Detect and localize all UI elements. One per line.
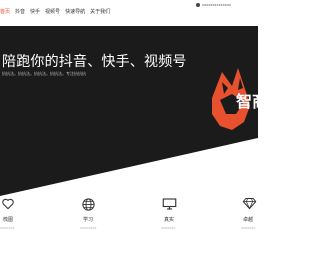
- feature-desc: XXXXXXX: [0, 226, 15, 230]
- nav-item-quick-nav[interactable]: 快速导航: [65, 10, 85, 15]
- hero-logo-text: 智商: [236, 92, 258, 111]
- feature-title: 卓越: [243, 217, 254, 223]
- nav-item-about[interactable]: 关于我们: [90, 10, 110, 15]
- feature-title: 学习: [83, 217, 94, 223]
- top-contact-text: xxxxxxxxxxxxxx: [202, 3, 231, 7]
- nav-item-douyin[interactable]: 抖音: [15, 10, 25, 15]
- feature-title: 真实: [164, 217, 175, 223]
- globe-icon: [82, 198, 95, 211]
- feature-desc: XXXXXXXX: [80, 226, 97, 230]
- diamond-icon: [242, 198, 257, 210]
- feature-desc: XXXXXXX: [161, 226, 176, 230]
- top-contact: xxxxxxxxxxxxxx: [196, 3, 231, 7]
- nav-item-video[interactable]: 视频号: [45, 10, 60, 15]
- feature-desc: XXXXXXX: [241, 226, 256, 230]
- monitor-icon: [162, 198, 177, 210]
- top-navigation-bar: 首页 抖音 快手 视频号 快速导航 关于我们 xxxxxxxxxxxxxx: [0, 0, 258, 26]
- hero-banner: 智商 陪跑你的抖音、快手、视频号 抗抗法，抗抗法，抗抗法，抗抗法，专注抗抗抗: [0, 26, 258, 196]
- main-nav: 首页 抖音 快手 视频号 快速导航 关于我们: [0, 10, 115, 15]
- info-icon: [196, 3, 200, 7]
- features-section: 梳图 XXXXXXX 学习 XXXXXXXX 真实 XXXXXXX 卓越 XXX…: [0, 196, 258, 259]
- nav-item-home[interactable]: 首页: [0, 10, 10, 15]
- nav-item-kuaishou[interactable]: 快手: [30, 10, 40, 15]
- hero-white-slant: [0, 138, 258, 196]
- hero-title: 陪跑你的抖音、快手、视频号: [2, 54, 187, 70]
- heart-icon: [2, 198, 14, 210]
- hero-subtitle: 抗抗法，抗抗法，抗抗法，抗抗法，专注抗抗抗: [2, 71, 86, 76]
- feature-title: 梳图: [3, 217, 14, 223]
